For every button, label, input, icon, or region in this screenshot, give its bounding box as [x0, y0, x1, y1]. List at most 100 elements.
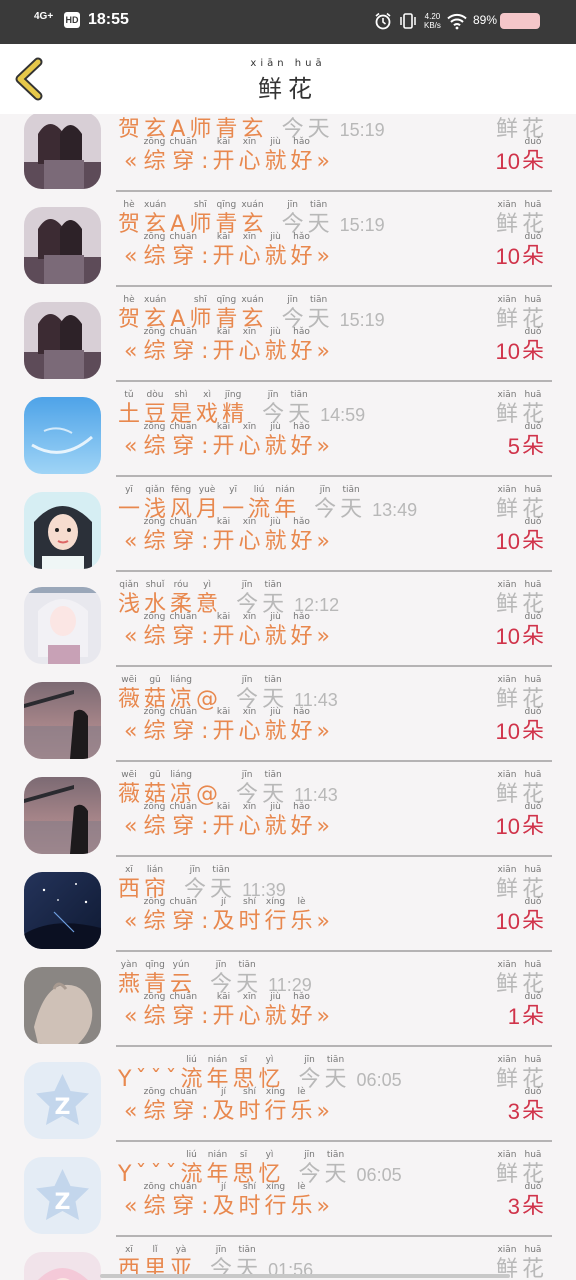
pinyin: xiān	[497, 865, 517, 875]
pinyin: tiān	[238, 960, 256, 970]
hanzi: 综	[143, 1099, 166, 1124]
user-avatar[interactable]	[24, 207, 101, 284]
pinyin: xiān	[497, 770, 517, 780]
pinyin: xī	[125, 1245, 133, 1255]
ruby-char: xíng 行	[265, 897, 287, 936]
ruby-char: duǒ 朵	[522, 992, 544, 1031]
pinyin: duǒ	[524, 1182, 542, 1192]
horizontal-scrollbar[interactable]	[100, 1274, 510, 1278]
ruby-char: chuān 穿	[169, 327, 197, 366]
pinyin: xī	[125, 865, 133, 875]
ruby-char: :	[201, 137, 208, 176]
pinyin: jīn	[287, 295, 298, 305]
gift-record-row[interactable]: hè贺xuán玄Ashī师qīng青xuán玄jīn今tiān天15:19«zō…	[0, 192, 576, 287]
pinyin: shī	[193, 200, 207, 210]
ruby-char: :	[201, 802, 208, 841]
ruby-char: xíng 行	[265, 1182, 287, 1221]
user-avatar[interactable]	[24, 114, 101, 189]
user-avatar[interactable]	[24, 777, 101, 854]
gift-record-row[interactable]: Z Y ˇ ˇ ˇ liú 流 nián 年 sī 思 yì 忆 jīn 今 tiān 天 06:05 «zōng 综…	[0, 1142, 576, 1237]
ruby-char: zōng 综	[143, 327, 165, 366]
ruby-char: lè 乐	[291, 1087, 313, 1126]
user-avatar[interactable]	[24, 587, 101, 664]
hanzi: 开	[212, 624, 235, 649]
gift-record-row[interactable]: xī 西 lián 帘 jīn 今 tiān 天 11:39 «zōng 综 chuān 穿: jí 及 sh…	[0, 857, 576, 952]
ruby-char: chuān 穿	[169, 232, 197, 271]
hanzi: 综	[143, 814, 166, 839]
pinyin: róu	[173, 580, 189, 590]
quote-open: «	[124, 814, 138, 839]
gift-message: « zōng 综 chuān 穿: jí 及 shí 时 xíng 行 lè 乐»	[124, 1182, 330, 1221]
gift-record-row[interactable]: qiǎn 浅 shuǐ 水 róu 柔 yì 意 jīn 今 tiān 天 12:12 «zōng 综 chu…	[0, 572, 576, 667]
hanzi: 时	[238, 1099, 261, 1124]
ruby-char: jiù 就	[265, 802, 287, 841]
ruby-char: duǒ 朵	[522, 612, 544, 651]
pinyin: duǒ	[524, 992, 542, 1002]
gift-record-row[interactable]: yàn 燕 qīng 青 yún 云 jīn 今 tiān 天 11:29 «zōng 综 chuān 穿:…	[0, 952, 576, 1047]
user-avatar[interactable]	[24, 492, 101, 569]
pinyin: jīn	[241, 675, 253, 685]
pinyin: nián	[275, 485, 295, 495]
gift-time: 15:19	[339, 310, 385, 330]
pinyin: jiù	[270, 802, 281, 812]
user-avatar[interactable]: Z	[24, 1062, 101, 1139]
hanzi: 穿	[172, 624, 195, 649]
gift-count-number: 1	[507, 1004, 520, 1029]
pinyin: jí	[220, 1182, 226, 1192]
quote-open: «	[124, 244, 138, 269]
ruby-char: jiù 就	[265, 422, 287, 461]
hanzi: 就	[264, 149, 287, 174]
user-avatar[interactable]	[24, 682, 101, 759]
hanzi: 朵	[521, 529, 544, 554]
gift-record-row[interactable]: wēi 薇 gū 菇 liáng 凉 @ jīn 今 tiān 天 11:43 «zōng 综 chuān 穿…	[0, 667, 576, 762]
pinyin: xíng	[265, 1182, 286, 1192]
ruby-char: hǎo 好	[291, 327, 313, 366]
hanzi: 花	[521, 1257, 544, 1280]
user-avatar[interactable]	[24, 397, 101, 474]
pinyin: chuān	[169, 1182, 198, 1192]
hanzi: :	[201, 909, 209, 934]
pinyin: kāi	[216, 327, 231, 337]
user-avatar[interactable]	[24, 302, 101, 379]
gift-count: 3 duǒ 朵	[508, 1087, 548, 1126]
quote-open: «	[124, 149, 138, 174]
ruby-char: chuān 穿	[169, 1087, 197, 1126]
ruby-char: kāi 开	[212, 422, 234, 461]
ruby-char: duǒ 朵	[522, 1087, 544, 1126]
ruby-char: zōng 综	[143, 1182, 165, 1221]
pinyin: jiù	[270, 612, 281, 622]
pinyin: huā	[524, 295, 542, 305]
gift-count-number: 5	[507, 434, 520, 459]
user-avatar[interactable]: Z	[24, 1157, 101, 1234]
hanzi: :	[201, 624, 209, 649]
hanzi: 好	[290, 149, 313, 174]
pinyin: zōng	[143, 802, 166, 812]
user-avatar[interactable]	[24, 967, 101, 1044]
pinyin: zōng	[143, 612, 166, 622]
gift-count-number: 10	[495, 909, 520, 934]
gift-record-row[interactable]: Z Y ˇ ˇ ˇ liú 流 nián 年 sī 思 yì 忆 jīn 今 tiān 天 06:05 «zōng 综…	[0, 1047, 576, 1142]
ruby-char: zōng 综	[143, 517, 165, 556]
gift-record-row[interactable]: hè贺xuán玄Ashī师qīng青xuán玄jīn今tiān天15:19«zō…	[0, 114, 576, 192]
gift-count-number: 3	[507, 1099, 520, 1124]
pinyin: xīn	[242, 327, 257, 337]
ruby-char: hǎo 好	[291, 517, 313, 556]
flower-gift-list[interactable]: hè贺xuán玄Ashī师qīng青xuán玄jīn今tiān天15:19«zō…	[0, 114, 576, 1280]
gift-record-row[interactable]: yī 一 qiǎn 浅 fēng 风 yuè 月 yī 一 liú 流 nián 年 jīn 今 tiān 天 13…	[0, 477, 576, 572]
pinyin: xīn	[242, 707, 257, 717]
hanzi: :	[201, 1194, 209, 1219]
user-avatar[interactable]	[24, 872, 101, 949]
hanzi: 穿	[172, 814, 195, 839]
pinyin: tiān	[264, 675, 282, 685]
pinyin: duǒ	[524, 802, 542, 812]
gift-record-row[interactable]: wēi 薇 gū 菇 liáng 凉 @ jīn 今 tiān 天 11:43 «zōng 综 chuān 穿…	[0, 762, 576, 857]
pinyin: hè	[123, 200, 135, 210]
quote-close: »	[316, 244, 331, 269]
gift-record-row[interactable]: hè贺xuán玄Ashī师qīng青xuán玄jīn今tiān天15:19«zō…	[0, 287, 576, 382]
ruby-char: duǒ 朵	[522, 422, 544, 461]
quote-open: «	[124, 1004, 138, 1029]
pinyin: chuān	[169, 992, 198, 1002]
pinyin: zōng	[143, 327, 166, 337]
gift-record-row[interactable]: tǔ 土 dòu 豆 shì 是 xì 戏 jīng 精 jīn 今 tiān 天 14:59 «zōng 综 c…	[0, 382, 576, 477]
user-avatar[interactable]	[24, 1252, 101, 1280]
